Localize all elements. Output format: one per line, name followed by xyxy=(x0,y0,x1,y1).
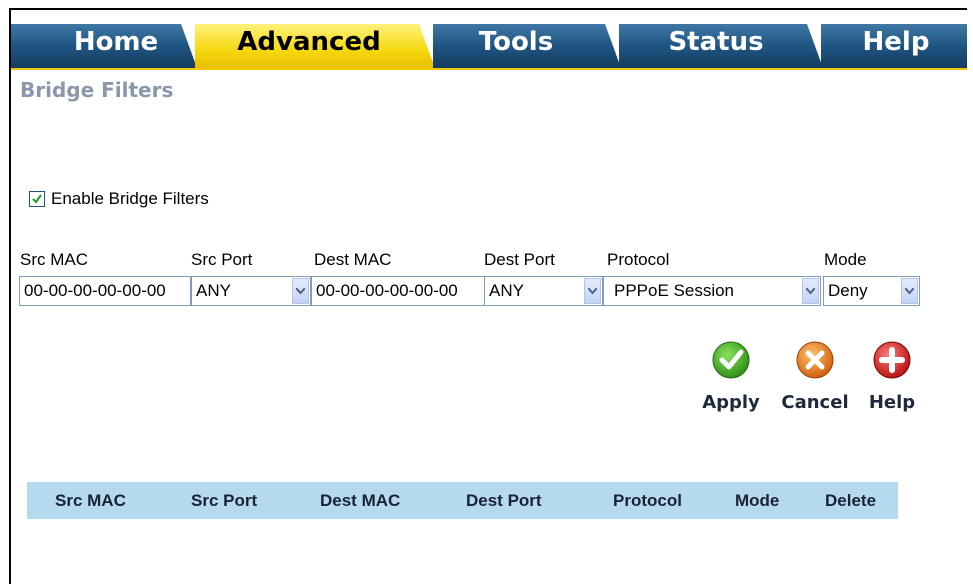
mode-header: Mode xyxy=(824,250,867,269)
router-admin-frame: Home Advanced Tools Status Help Bridge F… xyxy=(9,8,967,584)
src-port-value: ANY xyxy=(196,281,231,300)
src-port-select[interactable]: ANY xyxy=(191,276,311,306)
tab-tools[interactable]: Tools xyxy=(441,24,591,60)
help-label: Help xyxy=(868,392,916,413)
src-mac-input[interactable]: 00-00-00-00-00-00 xyxy=(19,276,191,306)
table-header-mode: Mode xyxy=(735,491,780,510)
table-header-dest-port: Dest Port xyxy=(466,491,542,510)
dest-mac-input[interactable]: 00-00-00-00-00-00 xyxy=(311,276,485,306)
tab-help[interactable]: Help xyxy=(836,24,956,60)
mode-select[interactable]: Deny xyxy=(823,276,920,306)
mode-value: Deny xyxy=(828,281,868,300)
tab-advanced[interactable]: Advanced xyxy=(209,24,409,60)
plus-icon xyxy=(873,341,911,379)
protocol-value: PPPoE Session xyxy=(614,281,735,300)
src-mac-header: Src MAC xyxy=(20,250,88,269)
dest-port-value: ANY xyxy=(489,281,524,300)
chevron-down-icon[interactable] xyxy=(584,278,601,304)
dest-port-header: Dest Port xyxy=(484,250,555,269)
tab-bar: Home Advanced Tools Status Help xyxy=(11,10,967,70)
check-icon xyxy=(712,341,750,379)
table-header-delete: Delete xyxy=(825,491,877,510)
cancel-label: Cancel xyxy=(781,392,849,413)
table-header-src-port: Src Port xyxy=(191,491,258,510)
protocol-select[interactable]: PPPoE Session xyxy=(603,276,821,306)
x-icon xyxy=(796,341,834,379)
chevron-down-icon[interactable] xyxy=(802,278,819,304)
filter-table-header: Src MAC Src Port Dest MAC Dest Port Prot… xyxy=(27,482,898,519)
chevron-down-icon[interactable] xyxy=(292,278,309,304)
table-header-protocol: Protocol xyxy=(613,491,682,510)
src-port-header: Src Port xyxy=(191,250,253,269)
apply-label: Apply xyxy=(702,392,760,413)
apply-button[interactable]: Apply xyxy=(695,340,767,420)
src-mac-value: 00-00-00-00-00-00 xyxy=(24,281,166,300)
table-header-dest-mac: Dest MAC xyxy=(320,491,401,510)
table-header-src-mac: Src MAC xyxy=(55,491,126,510)
enable-bridge-filters-label: Enable Bridge Filters xyxy=(51,189,209,208)
enable-bridge-filters-checkbox[interactable] xyxy=(29,191,45,207)
dest-mac-header: Dest MAC xyxy=(314,250,392,269)
dest-mac-value: 00-00-00-00-00-00 xyxy=(316,281,458,300)
tab-home[interactable]: Home xyxy=(51,24,181,60)
protocol-header: Protocol xyxy=(607,250,670,269)
dest-port-select[interactable]: ANY xyxy=(484,276,603,306)
help-button[interactable]: Help xyxy=(856,340,928,420)
chevron-down-icon[interactable] xyxy=(901,278,918,304)
tab-status[interactable]: Status xyxy=(631,24,801,60)
page-title: Bridge Filters xyxy=(20,78,174,102)
checkmark-icon xyxy=(32,194,42,204)
cancel-button[interactable]: Cancel xyxy=(779,340,851,420)
